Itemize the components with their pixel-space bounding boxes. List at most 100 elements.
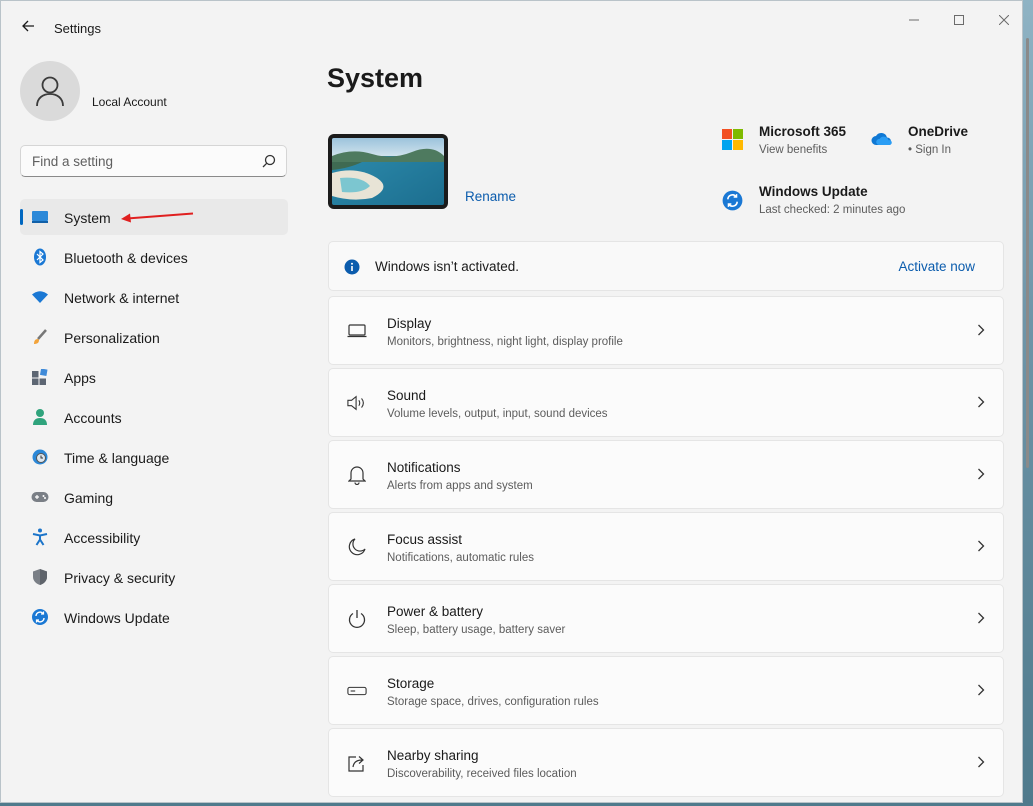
- speaker-icon: [347, 393, 367, 413]
- update-icon: [31, 608, 49, 626]
- maximize-icon: [954, 15, 964, 25]
- storage-icon: [347, 681, 367, 701]
- sidebar-item-personalization[interactable]: Personalization: [20, 319, 288, 355]
- monitor-icon: [31, 208, 49, 226]
- sidebar-item-privacy-security[interactable]: Privacy & security: [20, 559, 288, 595]
- globe-clock-icon: [31, 448, 49, 466]
- accessibility-icon: [31, 528, 49, 546]
- card-sound[interactable]: Sound Volume levels, output, input, soun…: [328, 368, 1004, 437]
- minimize-button[interactable]: [891, 7, 937, 33]
- card-subtitle: Sleep, battery usage, battery saver: [387, 624, 566, 636]
- windows-update-title: Windows Update: [759, 184, 868, 199]
- bluetooth-icon: [31, 248, 49, 266]
- sidebar-item-label: Network & internet: [64, 290, 180, 306]
- annotation-arrow: [121, 212, 194, 223]
- card-subtitle: Notifications, automatic rules: [387, 552, 535, 564]
- sidebar-item-label: Time & language: [64, 450, 170, 466]
- sidebar-item-windows-update[interactable]: Windows Update: [20, 599, 288, 635]
- chevron-right-icon: [978, 396, 985, 408]
- moon-icon: [347, 537, 367, 557]
- arrow-left-icon: [22, 20, 34, 32]
- microsoft-365-subtitle: View benefits: [759, 144, 828, 156]
- device-wallpaper-thumbnail: [328, 134, 448, 209]
- chevron-right-icon: [978, 684, 985, 696]
- chevron-right-icon: [978, 612, 985, 624]
- activation-banner: Windows isn’t activated. Activate now: [328, 241, 1004, 291]
- card-storage[interactable]: Storage Storage space, drives, configura…: [328, 656, 1004, 725]
- info-icon: [344, 259, 360, 275]
- card-subtitle: Volume levels, output, input, sound devi…: [387, 408, 608, 420]
- close-button[interactable]: [981, 7, 1022, 33]
- card-title: Display: [387, 316, 432, 331]
- settings-window: Settings Local Account Find a setting Sy…: [0, 0, 1023, 803]
- microsoft-365-title: Microsoft 365: [759, 124, 847, 139]
- shield-icon: [31, 568, 49, 586]
- card-title: Power & battery: [387, 604, 484, 619]
- person-icon: [36, 76, 64, 107]
- sidebar-item-gaming[interactable]: Gaming: [20, 479, 288, 515]
- sidebar-item-label: Accounts: [64, 410, 122, 426]
- sidebar-item-time-language[interactable]: Time & language: [20, 439, 288, 475]
- activation-message: Windows isn’t activated.: [375, 259, 520, 274]
- minimize-icon: [909, 19, 919, 21]
- card-display[interactable]: Display Monitors, brightness, night ligh…: [328, 296, 1004, 365]
- sidebar-item-accessibility[interactable]: Accessibility: [20, 519, 288, 555]
- windows-update-subtitle: Last checked: 2 minutes ago: [759, 204, 906, 216]
- sidebar-item-network[interactable]: Network & internet: [20, 279, 288, 315]
- avatar[interactable]: [20, 61, 80, 121]
- sidebar-item-label: Gaming: [64, 490, 114, 506]
- chevron-right-icon: [978, 468, 985, 480]
- card-title: Storage: [387, 676, 435, 691]
- card-title: Nearby sharing: [387, 748, 479, 763]
- onedrive-title: OneDrive: [908, 124, 969, 139]
- search-placeholder: Find a setting: [32, 154, 114, 169]
- sidebar-item-label: Windows Update: [64, 610, 170, 626]
- account-name: Local Account: [92, 95, 167, 109]
- back-button[interactable]: [15, 13, 41, 39]
- sidebar-item-accounts[interactable]: Accounts: [20, 399, 288, 435]
- gamepad-icon: [31, 488, 49, 506]
- sidebar-item-apps[interactable]: Apps: [20, 359, 288, 395]
- sidebar-item-bluetooth[interactable]: Bluetooth & devices: [20, 239, 288, 275]
- sidebar-item-label: Apps: [64, 370, 96, 386]
- settings-card-list: Display Monitors, brightness, night ligh…: [328, 296, 1004, 800]
- bell-icon: [347, 465, 367, 485]
- card-power-battery[interactable]: Power & battery Sleep, battery usage, ba…: [328, 584, 1004, 653]
- card-subtitle: Alerts from apps and system: [387, 480, 533, 492]
- chevron-right-icon: [978, 324, 985, 336]
- sidebar-nav: System Bluetooth & devices Network & int…: [20, 199, 288, 639]
- title-bar: Settings: [1, 1, 1022, 49]
- card-title: Notifications: [387, 460, 461, 475]
- cloud-icon: [871, 133, 892, 145]
- rename-link[interactable]: Rename: [465, 189, 516, 204]
- card-title: Focus assist: [387, 532, 463, 547]
- close-icon: [999, 15, 1009, 25]
- card-focus-assist[interactable]: Focus assist Notifications, automatic ru…: [328, 512, 1004, 581]
- person-icon: [31, 408, 49, 426]
- display-icon: [347, 321, 367, 341]
- update-icon: [722, 190, 743, 211]
- maximize-button[interactable]: [936, 7, 982, 33]
- card-nearby-sharing[interactable]: Nearby sharing Discoverability, received…: [328, 728, 1004, 797]
- sidebar-item-label: Privacy & security: [64, 570, 176, 586]
- wallpaper-image: [332, 138, 444, 205]
- share-icon: [347, 753, 367, 773]
- search-icon[interactable]: [261, 153, 277, 169]
- card-notifications[interactable]: Notifications Alerts from apps and syste…: [328, 440, 1004, 509]
- app-title: Settings: [54, 21, 101, 36]
- scrollbar[interactable]: [1026, 38, 1029, 468]
- activate-now-link[interactable]: Activate now: [898, 259, 975, 274]
- power-icon: [347, 609, 367, 629]
- sidebar-item-label: Personalization: [64, 330, 160, 346]
- search-input[interactable]: Find a setting: [20, 145, 287, 177]
- sidebar-item-label: Bluetooth & devices: [64, 250, 188, 266]
- sidebar-item-label: Accessibility: [64, 530, 141, 546]
- page-title: System: [327, 63, 424, 93]
- card-subtitle: Storage space, drives, configuration rul…: [387, 696, 599, 708]
- wifi-icon: [31, 288, 49, 306]
- card-subtitle: Monitors, brightness, night light, displ…: [387, 336, 623, 348]
- active-indicator: [20, 209, 23, 225]
- sidebar-item-label: System: [64, 210, 111, 226]
- chevron-right-icon: [978, 756, 985, 768]
- chevron-right-icon: [978, 540, 985, 552]
